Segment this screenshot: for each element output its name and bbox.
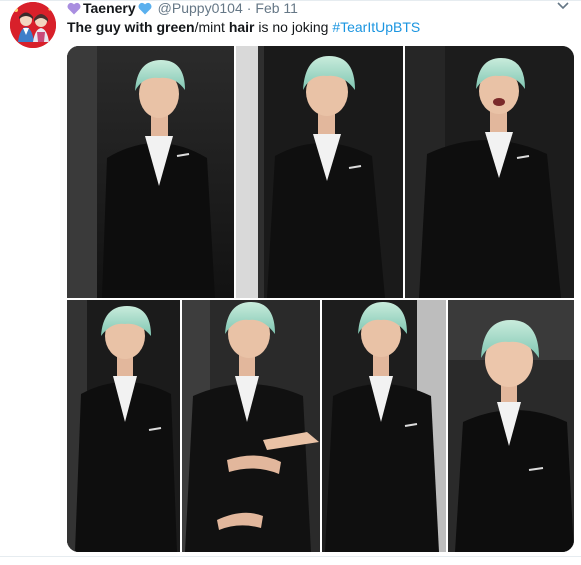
- photo-bottom-3: [322, 300, 446, 552]
- photo-top-right: [405, 46, 574, 298]
- photo-bottom-2: [182, 300, 320, 552]
- bottom-divider: [0, 556, 581, 557]
- tweet-text-4: is no joking: [254, 19, 333, 35]
- user-handle[interactable]: @Puppy0104: [158, 0, 243, 16]
- photo-top-middle: [236, 46, 403, 298]
- hashtag-link[interactable]: #TearItUpBTS: [332, 19, 420, 35]
- display-name[interactable]: Taenery: [83, 0, 136, 16]
- tweet-text-bold-1: The guy with green: [67, 19, 195, 35]
- separator-dot: ·: [246, 0, 252, 16]
- chevron-down-icon[interactable]: [556, 0, 570, 12]
- photo-bottom-4: [448, 300, 574, 552]
- tweet-date[interactable]: Feb 11: [255, 0, 298, 16]
- tweet-text-bold-3: hair: [228, 19, 255, 35]
- avatar[interactable]: [10, 2, 56, 48]
- media-collage[interactable]: [67, 46, 574, 552]
- purple-heart-icon: [67, 2, 81, 15]
- photo-top-left: [67, 46, 234, 298]
- tweet-text-2: /mint: [194, 19, 229, 35]
- tweet-text: The guy with green/mint hair is no jokin…: [67, 18, 420, 36]
- photo-bottom-1: [67, 300, 180, 552]
- tweet-header: Taenery @Puppy0104 · Feb 11: [67, 0, 298, 16]
- blue-heart-icon: [138, 2, 152, 15]
